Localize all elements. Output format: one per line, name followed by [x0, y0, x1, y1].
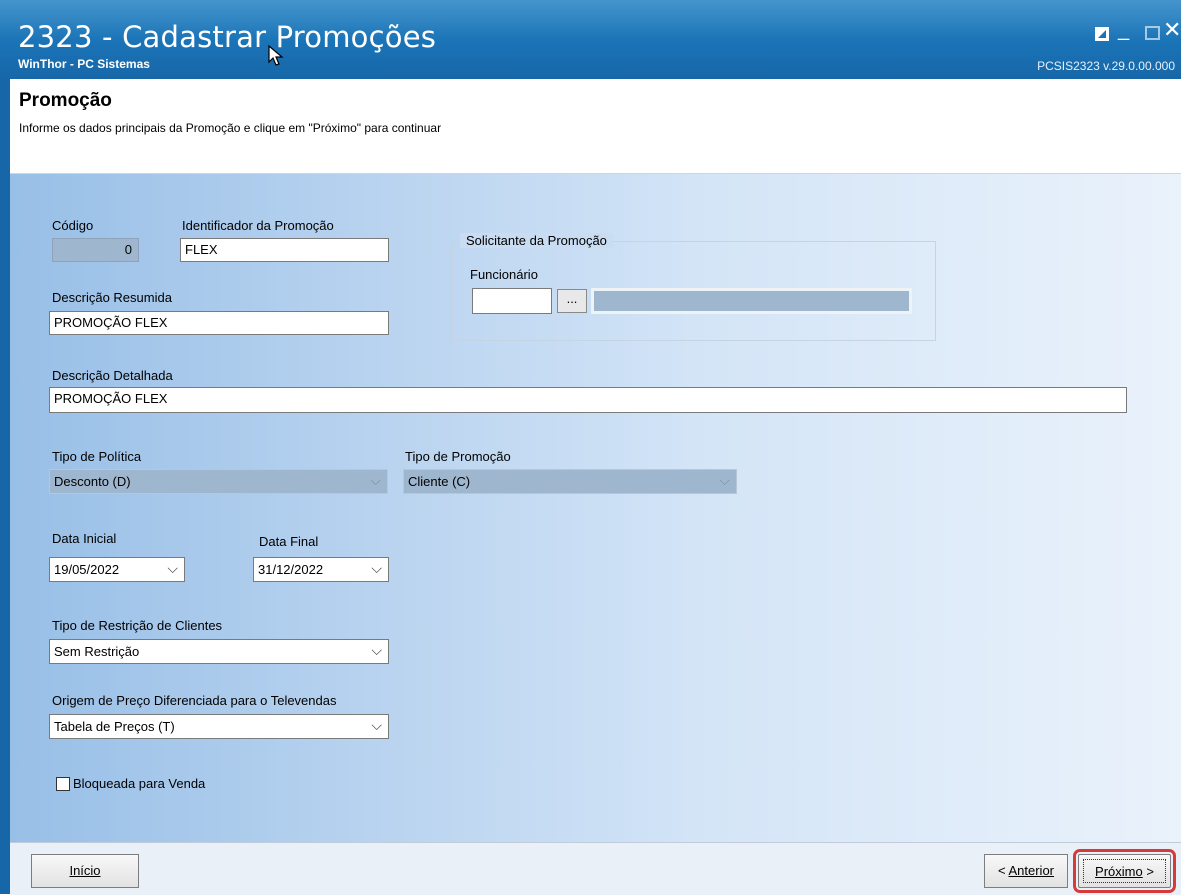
- data-inicial-picker[interactable]: 19/05/2022 ⌵: [49, 557, 185, 582]
- anterior-button[interactable]: < Anterior: [984, 854, 1068, 888]
- origem-preco-select[interactable]: Tabela de Preços (T) ⌵: [49, 714, 389, 739]
- solicitante-legend: Solicitante da Promoção: [460, 233, 613, 248]
- minimize-icon[interactable]: _: [1118, 20, 1129, 40]
- data-inicial-label: Data Inicial: [52, 531, 117, 546]
- descricao-detalhada-label: Descrição Detalhada: [52, 368, 173, 383]
- page-instruction: Informe os dados principais da Promoção …: [19, 121, 442, 135]
- codigo-label: Código: [52, 218, 94, 233]
- chevron-down-icon[interactable]: ⌵: [371, 560, 382, 577]
- descricao-detalhada-field[interactable]: PROMOÇÃO FLEX: [49, 387, 1127, 413]
- anterior-button-label: Anterior: [1008, 863, 1055, 878]
- bloqueada-label[interactable]: Bloqueada para Venda: [73, 776, 205, 791]
- inicio-button-label: Início: [69, 863, 101, 878]
- restore-icon[interactable]: [1095, 27, 1109, 41]
- window-title: 2323 - Cadastrar Promoções: [18, 20, 437, 54]
- proximo-button[interactable]: Próximo >: [1073, 849, 1176, 893]
- tipo-politica-select: Desconto (D) ⌵: [49, 469, 388, 494]
- window-title-bar[interactable]: 2323 - Cadastrar Promoções WinThor - PC …: [0, 0, 1181, 79]
- chevron-down-icon: ⌵: [370, 472, 381, 488]
- identificador-label: Identificador da Promoção: [182, 218, 334, 233]
- origem-preco-label: Origem de Preço Diferenciada para o Tele…: [52, 693, 337, 708]
- tipo-promocao-value: Cliente (C): [408, 474, 471, 489]
- tipo-promocao-label: Tipo de Promoção: [405, 449, 511, 464]
- descricao-resumida-field[interactable]: PROMOÇÃO FLEX: [49, 311, 389, 335]
- anterior-prefix: <: [997, 863, 1009, 878]
- proximo-button-label: Próximo: [1095, 864, 1143, 879]
- tipo-politica-value: Desconto (D): [54, 474, 131, 489]
- proximo-suffix: >: [1142, 864, 1154, 879]
- origem-preco-value: Tabela de Preços (T): [54, 719, 175, 734]
- close-icon[interactable]: ✕: [1163, 19, 1181, 41]
- funcionario-code-field[interactable]: [472, 288, 552, 314]
- page-title: Promoção: [19, 90, 112, 111]
- data-inicial-value: 19/05/2022: [54, 562, 120, 577]
- version-label: PCSIS2323 v.29.0.00.000: [1037, 59, 1175, 73]
- data-final-value: 31/12/2022: [258, 562, 324, 577]
- wizard-header: Promoção Informe os dados principais da …: [10, 79, 1181, 174]
- wizard-footer: Início < Anterior Próximo >: [10, 842, 1181, 895]
- maximize-icon[interactable]: [1145, 26, 1160, 40]
- chevron-down-icon[interactable]: ⌵: [371, 642, 382, 659]
- inicio-button[interactable]: Início: [31, 854, 139, 888]
- codigo-field: 0: [52, 238, 139, 262]
- chevron-down-icon[interactable]: ⌵: [371, 717, 382, 734]
- mouse-cursor-icon: [268, 44, 284, 70]
- chevron-down-icon[interactable]: ⌵: [167, 560, 178, 577]
- tipo-restricao-select[interactable]: Sem Restrição ⌵: [49, 639, 389, 664]
- data-final-picker[interactable]: 31/12/2022 ⌵: [253, 557, 389, 582]
- window-left-border: [0, 79, 10, 894]
- identificador-field[interactable]: FLEX: [180, 238, 389, 262]
- funcionario-label: Funcionário: [470, 267, 538, 282]
- funcionario-name-field: [591, 288, 912, 314]
- promotion-form: Código 0 Identificador da Promoção FLEX …: [10, 174, 1181, 842]
- funcionario-lookup-button[interactable]: ...: [557, 289, 587, 313]
- bloqueada-checkbox[interactable]: [56, 777, 70, 791]
- tipo-restricao-label: Tipo de Restrição de Clientes: [52, 618, 223, 633]
- tipo-politica-label: Tipo de Política: [52, 449, 142, 464]
- chevron-down-icon: ⌵: [719, 472, 730, 488]
- tipo-promocao-select: Cliente (C) ⌵: [403, 469, 737, 494]
- proximo-focus-rect: Próximo >: [1083, 859, 1166, 883]
- window-subtitle: WinThor - PC Sistemas: [18, 57, 150, 71]
- descricao-resumida-label: Descrição Resumida: [52, 290, 172, 305]
- tipo-restricao-value: Sem Restrição: [54, 644, 140, 659]
- data-final-label: Data Final: [259, 534, 319, 549]
